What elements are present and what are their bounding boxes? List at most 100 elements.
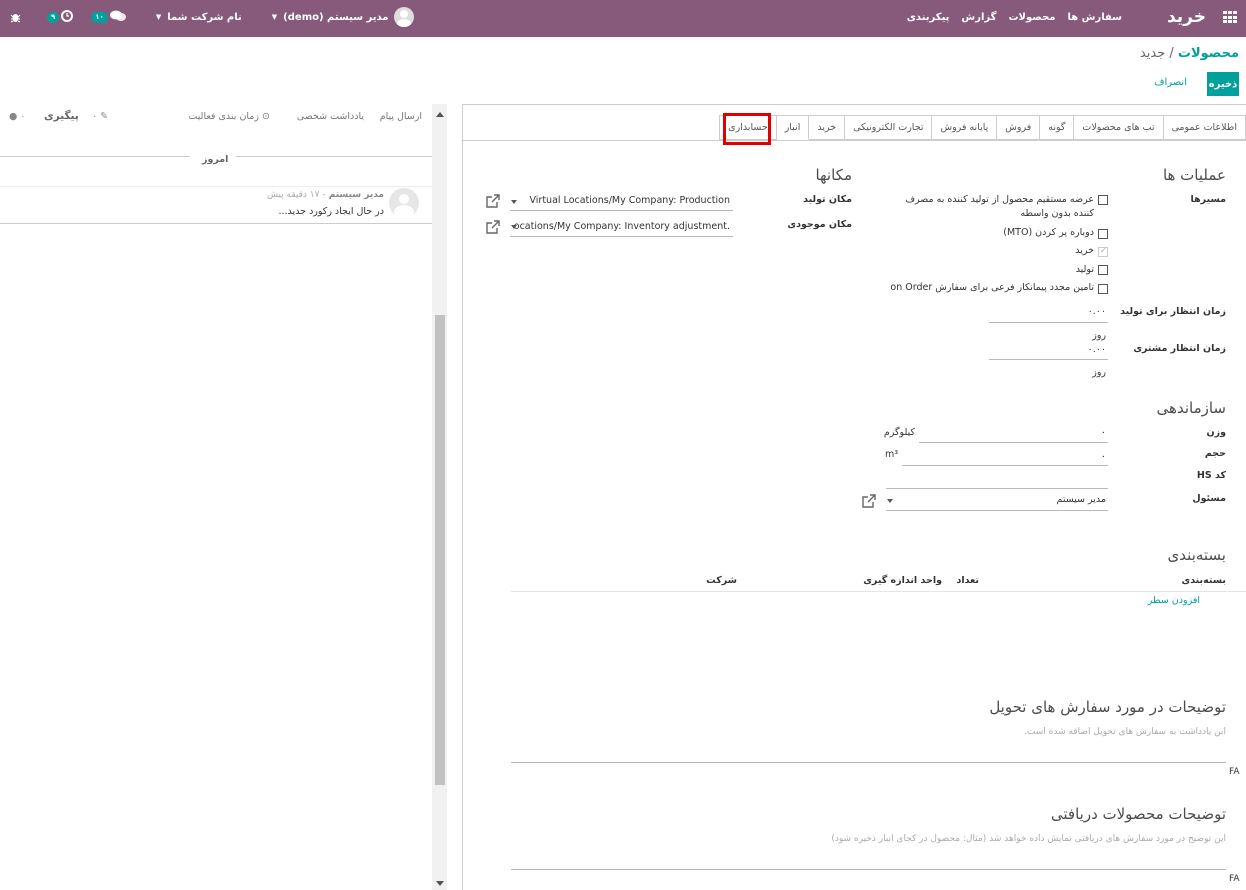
packaging-col-quantity: تعداد: [956, 575, 979, 586]
app-title[interactable]: خرید: [1167, 7, 1206, 27]
scrollbar-thumb[interactable]: [435, 315, 445, 785]
today-separator: امروز: [202, 154, 229, 165]
paperclip-icon: ✎: [100, 111, 109, 122]
apps-menu-icon[interactable]: [1223, 11, 1237, 23]
breadcrumb-products[interactable]: محصولات: [1178, 46, 1239, 61]
inventory-location-label: مکان موجودی: [787, 219, 852, 230]
attachments-count: ۰: [92, 111, 98, 122]
customer-lead-label: زمان انتظار مشتری: [1133, 343, 1226, 354]
menu-configuration[interactable]: پیکربندی: [907, 12, 950, 23]
today-divider-right: [236, 156, 432, 157]
responsible-caret-icon[interactable]: [887, 499, 893, 503]
route-dropship-checkbox[interactable]: [1098, 195, 1108, 205]
receipt-notes-title: توضیحات محصولات دریافتی: [1050, 805, 1226, 823]
user-avatar[interactable]: [394, 7, 415, 27]
menu-reporting[interactable]: گزارش: [961, 12, 996, 23]
breadcrumb-current: جدید: [1139, 46, 1166, 61]
tab-purchase[interactable]: خرید: [809, 115, 846, 140]
cancel-button[interactable]: انصراف: [1154, 77, 1187, 88]
follow-button[interactable]: پیگیری: [44, 110, 79, 122]
delivery-notes-input[interactable]: این یادداشت به سفارش های تحویل اضافه شده…: [1024, 727, 1226, 737]
customer-lead-input[interactable]: ۰.۰۰: [1088, 344, 1106, 355]
mfg-lead-unit: روز: [1092, 330, 1106, 341]
inventory-location-caret-icon[interactable]: [511, 225, 517, 229]
schedule-clock-icon: ⊙: [262, 111, 270, 122]
tab-inventory[interactable]: انبار: [776, 115, 810, 140]
packaging-col-packaging: بسته‌بندی: [1181, 575, 1226, 586]
responsible-select[interactable]: مدیر سیستم: [1057, 494, 1106, 505]
hs-code-input[interactable]: [886, 488, 1108, 489]
save-button[interactable]: ذخیره: [1207, 72, 1239, 96]
today-divider-left: [0, 156, 190, 157]
route-dropship-label: عرضه مستقیم محصول از تولید کننده به مصرف: [905, 194, 1094, 205]
volume-input[interactable]: ۰: [1101, 451, 1106, 462]
tab-ecommerce[interactable]: تجارت الکترونیکی: [845, 115, 933, 140]
message-author-avatar: [389, 188, 419, 218]
messaging-menu[interactable]: ۱۰: [91, 10, 126, 25]
customer-lead-underline: [989, 359, 1108, 360]
packaging-title: بسته‌بندی: [1167, 546, 1226, 564]
production-location-select[interactable]: Virtual Locations/My Company: Production: [530, 195, 731, 206]
routes-label: مسیرها: [1190, 194, 1227, 205]
receipt-notes-underline: [511, 869, 1226, 870]
user-menu-caret-icon[interactable]: ▼: [272, 13, 277, 21]
delivery-notes-underline: [511, 762, 1226, 763]
log-note-button[interactable]: یادداشت شخصی: [297, 111, 364, 122]
followers-count: ۰: [20, 111, 26, 122]
production-location-external-link-icon[interactable]: [486, 194, 500, 208]
route-manufacture-label: تولید: [1075, 264, 1094, 275]
menu-products[interactable]: محصولات: [1008, 12, 1055, 23]
message-author: مدیر سیستم - ۱۷ دقیقه پیش: [267, 190, 384, 200]
clock-icon: [61, 9, 74, 25]
tab-product-tabs[interactable]: تب های محصولات: [1074, 115, 1164, 140]
tab-general-info[interactable]: اطلاعات عمومی: [1163, 115, 1246, 140]
volume-unit: m³: [884, 449, 898, 460]
customer-lead-unit: روز: [1092, 367, 1106, 378]
route-subcontract-checkbox[interactable]: [1098, 284, 1108, 294]
tabs-divider: [463, 140, 1246, 141]
responsible-underline: [886, 510, 1108, 511]
attachments-button[interactable]: ✎ ۰: [92, 111, 108, 122]
receipt-notes-lang-button[interactable]: FA: [1229, 874, 1240, 884]
scroll-up-arrow-icon[interactable]: [436, 112, 444, 117]
chatter-scrollbar[interactable]: [432, 104, 447, 890]
scroll-down-arrow-icon[interactable]: [436, 881, 444, 886]
top-navbar: خرید سفارش ها محصولات گزارش پیکربندی مدی…: [0, 0, 1246, 37]
menu-orders[interactable]: سفارش ها: [1067, 12, 1122, 23]
main-menu: سفارش ها محصولات گزارش پیکربندی: [907, 12, 1122, 23]
receipt-notes-input[interactable]: این توضیح در مورد سفارش های دریافتی نمای…: [831, 834, 1226, 844]
breadcrumb: محصولات / جدید: [1140, 46, 1239, 61]
responsible-external-link-icon[interactable]: [862, 494, 876, 508]
mfg-lead-input[interactable]: ۰.۰۰: [1088, 306, 1106, 317]
tab-sales[interactable]: فروش: [997, 115, 1041, 140]
user-menu[interactable]: مدیر سیستم (demo): [283, 12, 388, 23]
company-caret-icon[interactable]: ▼: [156, 13, 161, 21]
chatter-panel: ارسال پیام یادداشت شخصی ⊙ زمان بندی فعال…: [0, 104, 432, 890]
route-mto-label: دوباره پر کردن (MTO): [1003, 227, 1094, 238]
schedule-activity-button[interactable]: ⊙ زمان بندی فعالیت: [188, 111, 270, 122]
chat-bubbles-icon: [109, 10, 126, 25]
debug-bug-icon[interactable]: [10, 12, 21, 23]
inventory-location-select[interactable]: .ocations/My Company: Inventory adjustme…: [514, 221, 730, 232]
activity-menu[interactable]: ۹: [47, 9, 74, 25]
inventory-location-external-link-icon[interactable]: [486, 220, 500, 234]
delivery-notes-title: توضیحات در مورد سفارش های تحویل: [989, 698, 1226, 716]
route-buy-checkbox[interactable]: [1098, 246, 1108, 257]
delivery-notes-lang-button[interactable]: FA: [1229, 767, 1240, 777]
followers-button[interactable]: ۰ ●: [9, 111, 25, 122]
route-mto-checkbox[interactable]: [1098, 229, 1108, 239]
production-location-caret-icon[interactable]: [511, 200, 517, 204]
send-message-button[interactable]: ارسال پیام: [380, 111, 422, 122]
tab-variants[interactable]: گونه: [1040, 115, 1075, 140]
company-switcher[interactable]: نام شرکت شما: [167, 12, 242, 23]
weight-underline: [919, 442, 1108, 443]
weight-input[interactable]: ۰: [1101, 427, 1106, 438]
route-manufacture-checkbox[interactable]: [1098, 265, 1108, 275]
responsible-label: مسئول: [1192, 493, 1226, 504]
mfg-lead-label: زمان انتظار برای تولید: [1120, 306, 1226, 317]
mfg-lead-underline: [989, 322, 1108, 323]
add-packaging-line-link[interactable]: افزودن سطر: [1148, 595, 1200, 606]
tab-point-of-sale[interactable]: پایانه فروش: [932, 115, 998, 140]
volume-underline: [902, 465, 1108, 466]
production-location-label: مکان تولید: [803, 194, 852, 205]
